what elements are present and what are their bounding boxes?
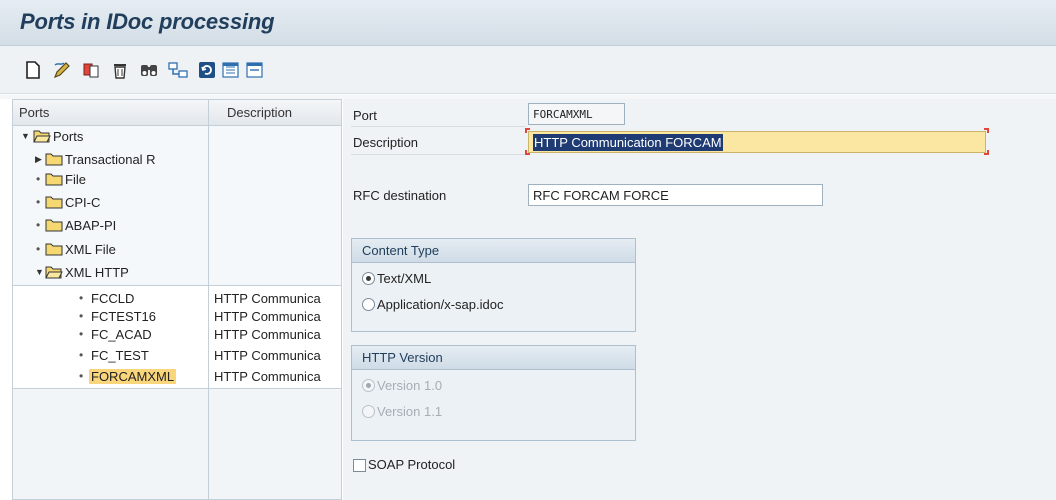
- tree-header: Ports Description: [13, 100, 341, 126]
- radio-label: Version 1.0: [377, 378, 443, 393]
- find-icon[interactable]: [138, 59, 160, 81]
- radio-label: Text/XML: [377, 271, 432, 286]
- rfc-destination-label: RFC destination: [353, 188, 447, 203]
- radio-label: Version 1.1: [377, 404, 443, 419]
- tree-node-label: CPI-C: [65, 195, 101, 210]
- page-title: Ports in IDoc processing: [20, 9, 275, 34]
- expand-icon[interactable]: [220, 59, 242, 81]
- port-label: Port: [353, 108, 377, 123]
- tree-node-cpi-c[interactable]: • CPI-C: [13, 191, 341, 214]
- rfc-destination-field[interactable]: RFC FORCAM FORCE: [528, 184, 823, 206]
- where-used-icon[interactable]: [167, 59, 189, 81]
- port-name: FCTEST16: [91, 309, 157, 324]
- tree-node-xml-http[interactable]: ▼ XML HTTP: [13, 261, 341, 284]
- tree-node-label: Ports: [53, 129, 84, 144]
- radio-button: [362, 379, 375, 392]
- collapse-arrow-icon[interactable]: ▼: [35, 267, 45, 277]
- radio-button[interactable]: [362, 272, 375, 285]
- http-version-title: HTTP Version: [352, 346, 635, 370]
- column-divider[interactable]: [208, 100, 209, 499]
- title-bar: Ports in IDoc processing: [0, 0, 1056, 46]
- tree-leaf-fc-test[interactable]: • FC_TEST HTTP Communica: [13, 344, 341, 367]
- port-name: FC_TEST: [91, 348, 149, 363]
- soap-protocol-label: SOAP Protocol: [368, 457, 456, 472]
- port-name: FCCLD: [91, 291, 135, 306]
- collapse-arrow-icon[interactable]: ▼: [21, 131, 31, 141]
- tree-node-abap-pi[interactable]: • ABAP-PI: [13, 214, 341, 237]
- http-version-group: HTTP Version Version 1.0 Version 1.1: [351, 345, 636, 441]
- tree-node-label: File: [65, 172, 86, 187]
- tree-node-ports[interactable]: ▼ Ports: [13, 125, 341, 148]
- radio-button: [362, 405, 375, 418]
- create-icon[interactable]: [22, 59, 44, 81]
- folder-open-icon: [45, 265, 63, 279]
- change-icon[interactable]: [51, 59, 73, 81]
- content-type-title: Content Type: [352, 239, 635, 263]
- content-type-group: Content Type Text/XML Application/x-sap.…: [351, 238, 636, 332]
- port-description: HTTP Communica: [214, 291, 321, 306]
- expand-arrow-icon[interactable]: ▶: [35, 154, 45, 164]
- port-field: FORCAMXML: [528, 103, 625, 125]
- application-toolbar: [0, 46, 1056, 94]
- tree-empty-area: [13, 390, 341, 499]
- folder-icon: [45, 152, 63, 166]
- port-details-form: Port FORCAMXML Description HTTP Communic…: [343, 99, 1056, 500]
- port-description: HTTP Communica: [214, 309, 321, 324]
- column-header-ports[interactable]: Ports: [19, 105, 49, 120]
- tree-node-xml-file[interactable]: • XML File: [13, 238, 341, 261]
- folder-icon: [45, 218, 63, 232]
- tree-node-file[interactable]: • File: [13, 168, 341, 191]
- folder-icon: [45, 195, 63, 209]
- folder-icon: [45, 172, 63, 186]
- tree-node-label: ABAP-PI: [65, 218, 117, 233]
- delete-icon[interactable]: [109, 59, 131, 81]
- tree-leaf-forcamxml[interactable]: • FORCAMXML HTTP Communica: [13, 365, 341, 388]
- description-label: Description: [353, 135, 419, 150]
- copy-icon[interactable]: [80, 59, 102, 81]
- tree-leaf-fc-acad[interactable]: • FC_ACAD HTTP Communica: [13, 323, 341, 346]
- port-name-selected: FORCAMXML: [89, 369, 177, 384]
- radio-label: Application/x-sap.idoc: [377, 297, 504, 312]
- description-field[interactable]: HTTP Communication FORCAM: [528, 131, 986, 153]
- radio-button[interactable]: [362, 298, 375, 311]
- tree-node-label: Transactional R: [65, 152, 156, 167]
- tree-node-label: XML File: [65, 242, 116, 257]
- port-description: HTTP Communica: [214, 369, 321, 384]
- soap-protocol-checkbox[interactable]: [353, 459, 366, 472]
- folder-icon: [45, 242, 63, 256]
- folder-open-icon: [33, 129, 51, 143]
- collapse-icon[interactable]: [244, 59, 266, 81]
- selected-text: HTTP Communication FORCAM: [533, 134, 723, 151]
- port-description: HTTP Communica: [214, 327, 321, 342]
- tree-node-label: XML HTTP: [65, 265, 129, 280]
- refresh-icon[interactable]: [196, 59, 218, 81]
- column-header-description[interactable]: Description: [227, 105, 292, 120]
- ports-tree[interactable]: Ports Description ▼ Ports ▶ Transactiona…: [12, 99, 342, 500]
- port-name: FC_ACAD: [91, 327, 152, 342]
- port-description: HTTP Communica: [214, 348, 321, 363]
